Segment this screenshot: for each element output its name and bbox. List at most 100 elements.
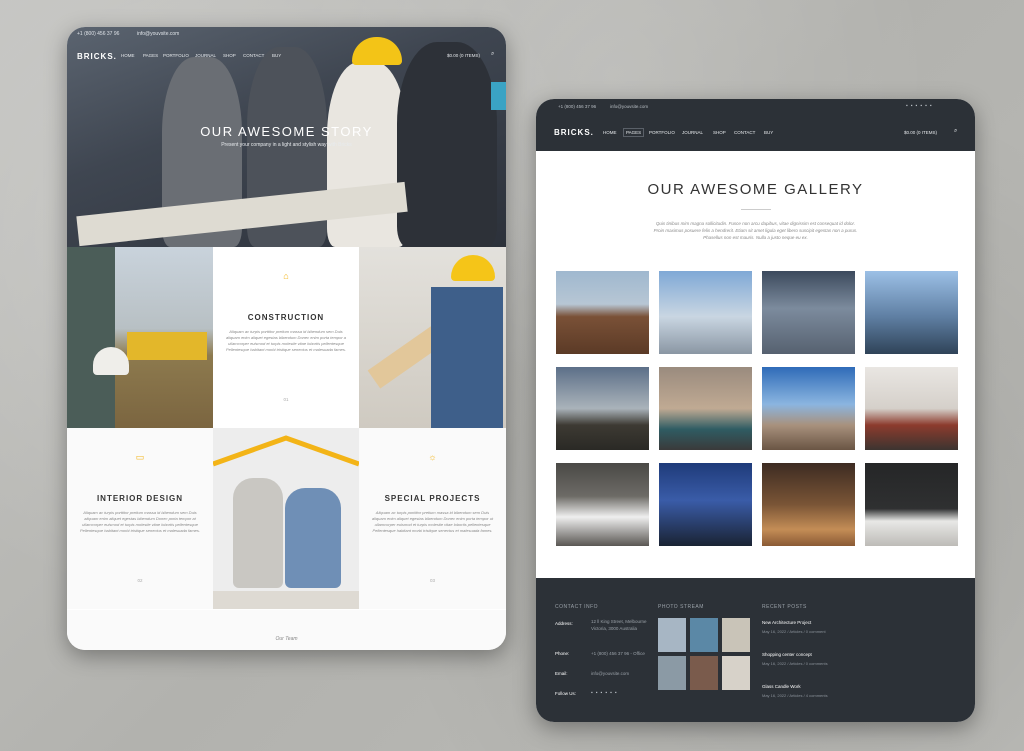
site-footer: CONTACT INFO Address: 12 ll King Street,…: [536, 578, 975, 722]
gallery-title: OUR AWESOME GALLERY: [647, 181, 864, 198]
nav-pages[interactable]: PAGES: [623, 128, 645, 137]
worker-figure: [67, 247, 115, 428]
worker-photo: [67, 247, 213, 428]
nav-portfolio[interactable]: PORTFOLIO: [163, 53, 189, 58]
service-text: Aliquam ac turpis porttitor pretium mass…: [79, 510, 201, 533]
post-meta: May 16, 2022 / Articles / 0 comment: [762, 629, 826, 634]
gallery-item[interactable]: [762, 463, 855, 546]
service-text: Aliquam ac turpis porttitor pretium mass…: [371, 510, 494, 533]
address-label: Address:: [555, 621, 573, 626]
social-icons[interactable]: ▪▪▪▪▪▪: [591, 690, 620, 696]
gallery-page-card: +1 (800) 456 37 96 info@youvsite.com ▪▪▪…: [536, 99, 975, 722]
nav-shop[interactable]: SHOP: [223, 53, 236, 58]
team-section: Our Team: [67, 610, 506, 650]
service-number: 02: [137, 578, 143, 583]
logo[interactable]: BRICKS.: [77, 52, 117, 61]
carpenter-figure: [431, 287, 503, 428]
couple-photo: [213, 428, 359, 609]
contact-heading: CONTACT INFO: [555, 604, 599, 610]
nav-buy[interactable]: BUY: [764, 130, 773, 135]
search-icon[interactable]: ⌕: [491, 51, 494, 58]
nav-portfolio[interactable]: PORTFOLIO: [649, 130, 675, 135]
our-team-link[interactable]: Our Team: [67, 636, 506, 642]
cart-link[interactable]: $0.00 (0 ITEMS): [904, 130, 937, 135]
address-value: 12 ll King Street, Melbourne Victoria, 3…: [591, 619, 647, 631]
side-tab[interactable]: [491, 82, 506, 110]
stream-photo[interactable]: [722, 618, 750, 652]
gallery-item[interactable]: [865, 463, 958, 546]
search-icon[interactable]: ⌕: [954, 128, 957, 135]
nav-home[interactable]: HOME: [121, 53, 135, 58]
gallery-item[interactable]: [659, 463, 752, 546]
bulb-icon: ☼: [428, 452, 437, 462]
gallery-item[interactable]: [659, 271, 752, 354]
helmet-white: [93, 347, 129, 375]
header: +1 (800) 456 37 96 info@youvsite.com ▪▪▪…: [536, 99, 975, 151]
nav-home[interactable]: HOME: [603, 130, 617, 135]
gallery-item[interactable]: [865, 271, 958, 354]
post-meta: May 16, 2022 / Articles / 4 comments: [762, 693, 828, 698]
gallery-item[interactable]: [556, 271, 649, 354]
home-icon: ⌂: [283, 271, 289, 281]
social-icons[interactable]: ▪▪▪▪▪▪: [906, 103, 935, 109]
nav-pages[interactable]: PAGES: [143, 53, 158, 58]
story-page-card: +1 (800) 456 37 96 info@youvsite.com BRI…: [67, 27, 506, 650]
service-text: Aliquam ac turpis porttitor pretium mass…: [225, 329, 347, 352]
gallery-item[interactable]: [556, 463, 649, 546]
hardhat-yellow-2: [451, 255, 495, 281]
nav-journal[interactable]: JOURNAL: [682, 130, 703, 135]
service-number: 03: [429, 578, 435, 583]
roof-outline: [213, 435, 359, 467]
gallery-item[interactable]: [556, 367, 649, 450]
excavator: [127, 332, 207, 360]
phone-value: +1 (800) 456 37 96 - Office: [591, 651, 645, 656]
nav-shop[interactable]: SHOP: [713, 130, 726, 135]
nav-buy[interactable]: BUY: [272, 53, 281, 58]
main-nav: BRICKS. HOME PAGES PORTFOLIO JOURNAL SHO…: [67, 45, 506, 65]
service-title: SPECIAL PROJECTS: [384, 494, 481, 503]
topbar-email[interactable]: info@youvsite.com: [610, 104, 648, 109]
topbar-phone: +1 (800) 456 37 96: [77, 31, 120, 37]
post-title[interactable]: New Architecture Project: [762, 620, 811, 625]
man-figure: [233, 478, 283, 588]
follow-label: Follow Us:: [555, 691, 577, 696]
post-title[interactable]: Shopping center concept: [762, 652, 812, 657]
image-icon: ▭: [135, 452, 145, 462]
floor: [213, 591, 359, 609]
stream-photo[interactable]: [690, 618, 718, 652]
stream-photo[interactable]: [658, 656, 686, 690]
recent-posts-heading: RECENT POSTS: [762, 604, 807, 610]
hero-section: +1 (800) 456 37 96 info@youvsite.com BRI…: [67, 27, 506, 247]
topbar-phone: +1 (800) 456 37 96: [558, 104, 597, 109]
nav-journal[interactable]: JOURNAL: [195, 53, 216, 58]
service-number: 01: [283, 397, 289, 402]
carpenter-photo: [359, 247, 506, 428]
gallery-item[interactable]: [762, 367, 855, 450]
service-construction: ⌂ CONSTRUCTION Aliquam ac turpis porttit…: [213, 247, 359, 428]
stream-photo[interactable]: [658, 618, 686, 652]
gallery-item[interactable]: [762, 271, 855, 354]
service-interior: ▭ INTERIOR DESIGN Aliquam ac turpis port…: [67, 428, 213, 609]
logo[interactable]: BRICKS.: [554, 128, 594, 137]
gallery-item[interactable]: [865, 367, 958, 450]
post-meta: May 16, 2022 / Articles / 0 comments: [762, 661, 828, 666]
post-title[interactable]: Glass Candle Work: [762, 684, 801, 689]
photo-stream-heading: PHOTO STREAM: [658, 604, 704, 610]
woman-figure: [285, 488, 341, 588]
cart-link[interactable]: $0.00 (0 ITEMS): [447, 53, 480, 58]
service-title: INTERIOR DESIGN: [96, 494, 184, 503]
hero-person-3: [327, 62, 407, 247]
stream-photo[interactable]: [690, 656, 718, 690]
nav-contact[interactable]: CONTACT: [734, 130, 755, 135]
email-label: Email:: [555, 671, 568, 676]
email-value[interactable]: info@youvsite.com: [591, 671, 629, 678]
gallery-description: Quis tinibus mim magna sollicitudin. Fus…: [653, 221, 858, 240]
top-bar: +1 (800) 456 37 96 info@youvsite.com: [67, 27, 506, 41]
service-special: ☼ SPECIAL PROJECTS Aliquam ac turpis por…: [359, 428, 506, 609]
stream-photo[interactable]: [722, 656, 750, 690]
phone-label: Phone:: [555, 651, 570, 656]
gallery-item[interactable]: [659, 367, 752, 450]
nav-contact[interactable]: CONTACT: [243, 53, 264, 58]
topbar-email[interactable]: info@youvsite.com: [137, 31, 179, 37]
service-title: CONSTRUCTION: [247, 313, 325, 322]
